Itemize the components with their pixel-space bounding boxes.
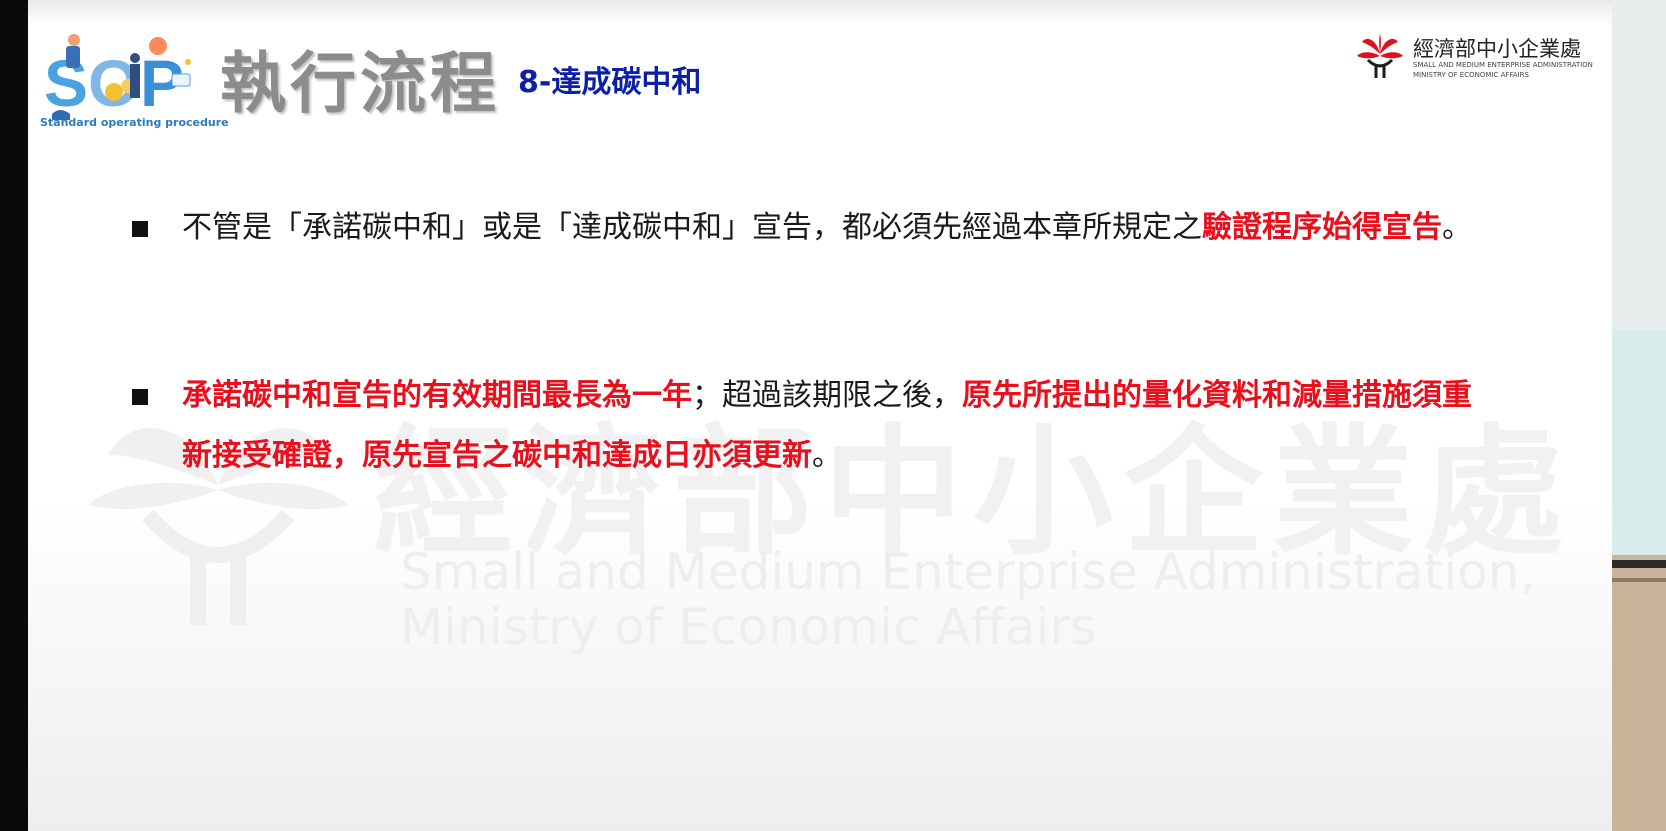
bullet-text-1: 不管是「承諾碳中和」或是「達成碳中和」宣告，都必須先經過本章所規定之驗證程序始得…: [182, 198, 1482, 258]
bullet-2-end: 。: [812, 438, 842, 473]
bullet-1-text: 不管是「承諾碳中和」或是「達成碳中和」宣告，都必須先經過本章所規定之: [182, 210, 1202, 245]
side-background-wood: [1612, 555, 1666, 831]
side-background-teal: [1612, 330, 1666, 560]
org-name-en-line2: MINISTRY OF ECONOMIC AFFAIRS: [1413, 71, 1529, 79]
page-subtitle: 8-達成碳中和: [518, 65, 702, 100]
org-name-en-line1: SMALL AND MEDIUM ENTERPRISE ADMINISTRATI…: [1413, 61, 1593, 69]
bullet-marker: [132, 389, 148, 405]
bullet-1-emphasis: 驗證程序始得宣告: [1202, 210, 1442, 245]
bullet-2-text: ；超過該期限之後，: [692, 378, 962, 413]
sop-logo-caption: Standard operating procedure: [40, 116, 229, 129]
bullet-2-emphasis-1: 承諾碳中和宣告的有效期間最長為一年: [182, 378, 692, 413]
side-background-stripe: [1612, 560, 1666, 568]
sme-administration-logo-icon: [1357, 34, 1403, 78]
slide: 經濟部中小企業處 Small and Medium Enterprise Adm…: [28, 0, 1612, 831]
watermark-en-line1: Small and Medium Enterprise Administrati…: [400, 543, 1536, 601]
bullet-1-end: 。: [1442, 210, 1472, 245]
org-name-en: SMALL AND MEDIUM ENTERPRISE ADMINISTRATI…: [1413, 60, 1593, 80]
side-background-stripe-2: [1612, 578, 1666, 582]
watermark-en-line2: Ministry of Economic Affairs: [400, 598, 1097, 656]
org-name-cn: 經濟部中小企業處: [1413, 37, 1581, 61]
bullet-marker: [132, 221, 148, 237]
top-fade: [28, 0, 1612, 26]
bullet-text-2: 承諾碳中和宣告的有效期間最長為一年；超過該期限之後，原先所提出的量化資料和減量措…: [182, 366, 1482, 486]
page-title: 執行流程: [220, 45, 500, 122]
watermark-en: Small and Medium Enterprise Administrati…: [400, 545, 1535, 655]
